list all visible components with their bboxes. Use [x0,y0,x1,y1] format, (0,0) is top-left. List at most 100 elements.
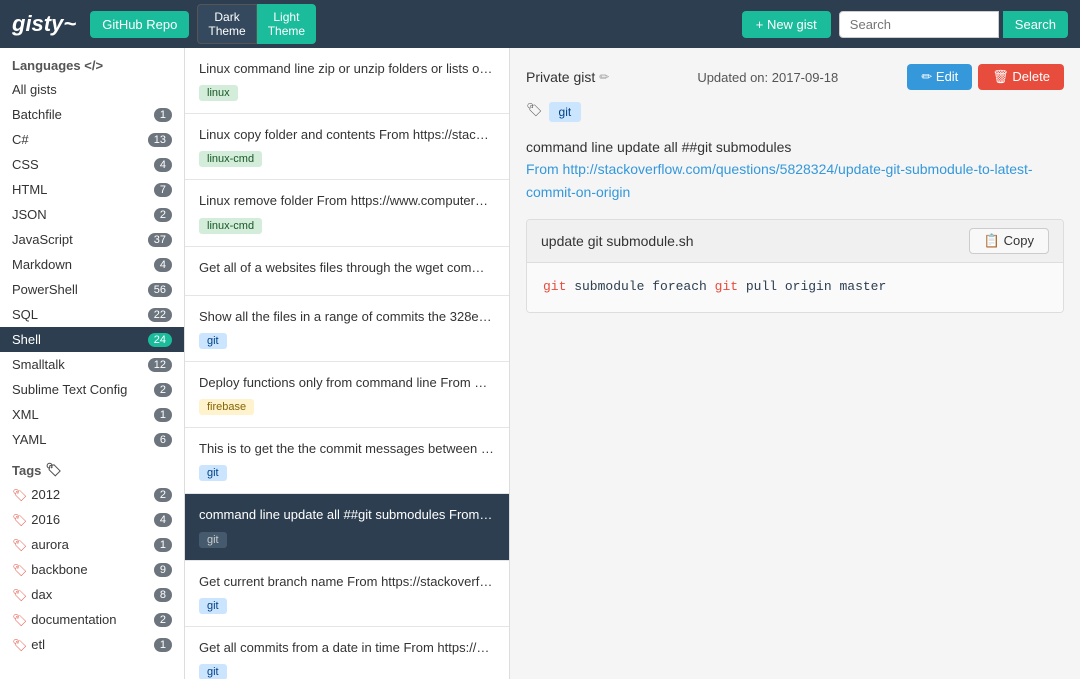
copy-button[interactable]: 📋 Copy [969,228,1049,254]
tag-bullet-icon: 🏷 [12,588,27,602]
sidebar-item-label: CSS [12,157,39,172]
sidebar-item-sublime-text-config[interactable]: Sublime Text Config 2 [0,377,184,402]
gist-tag: git [199,598,227,614]
sidebar: Languages </> All gists Batchfile 1 C# 1… [0,48,185,679]
sidebar-item-label: Smalltalk [12,357,65,372]
theme-toggle-group: DarkTheme LightTheme [197,4,316,44]
description-line1: command line update all ##git submodules [526,136,1064,158]
tag-item-2016[interactable]: 🏷 2016 4 [0,507,184,532]
search-input[interactable] [839,11,999,38]
code-block: update git submodule.sh 📋 Copy git submo… [526,219,1064,313]
tag-item-etl[interactable]: 🏷 etl 1 [0,632,184,657]
sidebar-badge: 4 [154,158,172,172]
tag-item-documentation[interactable]: 🏷 documentation 2 [0,607,184,632]
sidebar-item-powershell[interactable]: PowerShell 56 [0,277,184,302]
tag-badge: 4 [154,513,172,527]
logo: gisty~ [12,11,76,37]
github-repo-button[interactable]: GitHub Repo [90,11,189,38]
gist-tag: git [199,333,227,349]
tag-bullet-icon: 🏷 [12,513,27,527]
sidebar-item-csharp[interactable]: C# 13 [0,127,184,152]
sidebar-badge: 24 [148,333,172,347]
gist-tag: linux [199,85,238,101]
sidebar-item-shell[interactable]: Shell 24 [0,327,184,352]
sidebar-badge: 6 [154,433,172,447]
tag-bullet-icon: 🏷 [12,488,27,502]
sidebar-item-label: All gists [12,82,57,97]
code-text-pull: pull origin master [738,279,886,294]
gist-title: Linux remove folder From https://www.com… [199,192,494,210]
sidebar-item-markdown[interactable]: Markdown 4 [0,252,184,277]
search-button[interactable]: Search [1003,11,1068,38]
gist-tag: firebase [199,399,254,415]
sidebar-badge: 7 [154,183,172,197]
code-block-header: update git submodule.sh 📋 Copy [527,220,1063,263]
sidebar-item-sql[interactable]: SQL 22 [0,302,184,327]
gist-tag: git [199,465,227,481]
list-item[interactable]: command line update all ##git submodules… [185,494,509,560]
tag-item-backbone[interactable]: 🏷 backbone 9 [0,557,184,582]
sidebar-item-json[interactable]: JSON 2 [0,202,184,227]
gist-tag: git [199,664,227,679]
tag-label-text: documentation [31,612,116,627]
description-line2: From http://stackoverflow.com/questions/… [526,158,1064,203]
edit-button[interactable]: ✏ Edit [907,64,972,90]
tag-icon-label: 🏷 [526,102,543,122]
description-link[interactable]: From http://stackoverflow.com/questions/… [526,161,1033,199]
code-content: git submodule foreach git pull origin ma… [527,263,1063,312]
detail-header: Private gist ✏ Updated on: 2017-09-18 ✏ … [526,64,1064,90]
gist-tag: git [199,532,227,548]
tag-item-aurora[interactable]: 🏷 aurora 1 [0,532,184,557]
gist-title: Get all commits from a date in time From… [199,639,494,657]
main-layout: Languages </> All gists Batchfile 1 C# 1… [0,48,1080,679]
list-item[interactable]: Get all of a websites files through the … [185,247,509,296]
list-item[interactable]: Linux copy folder and contents From http… [185,114,509,180]
detail-description: command line update all ##git submodules… [526,136,1064,203]
detail-tag-git[interactable]: git [549,102,582,122]
tag-label-text: 2012 [31,487,60,502]
sidebar-badge: 2 [154,208,172,222]
detail-actions: ✏ Edit 🗑 Delete [907,64,1064,90]
tags-label: Tags [12,463,41,478]
sidebar-item-batchfile[interactable]: Batchfile 1 [0,102,184,127]
tags-title: Tags 🏷 [0,452,184,482]
sidebar-badge: 37 [148,233,172,247]
tag-item-dax[interactable]: 🏷 dax 8 [0,582,184,607]
list-item[interactable]: Deploy functions only from command line … [185,362,509,428]
code-text-submodule: submodule foreach [566,279,714,294]
sidebar-item-html[interactable]: HTML 7 [0,177,184,202]
sidebar-badge: 1 [154,108,172,122]
detail-tags: 🏷 git [526,102,1064,122]
gist-title: Show all the files in a range of commits… [199,308,494,326]
list-item[interactable]: Get current branch name From https://sta… [185,561,509,627]
sidebar-item-yaml[interactable]: YAML 6 [0,427,184,452]
delete-button[interactable]: 🗑 Delete [978,64,1064,90]
sidebar-item-all-gists[interactable]: All gists [0,77,184,102]
list-item[interactable]: Get all commits from a date in time From… [185,627,509,679]
sidebar-item-xml[interactable]: XML 1 [0,402,184,427]
sidebar-item-javascript[interactable]: JavaScript 37 [0,227,184,252]
sidebar-item-label: JSON [12,207,47,222]
sidebar-item-label: YAML [12,432,46,447]
edit-small-icon: ✏ [599,70,609,84]
tag-badge: 8 [154,588,172,602]
sidebar-item-label: PowerShell [12,282,78,297]
gist-title: command line update all ##git submodules… [199,506,494,524]
sidebar-item-label: Sublime Text Config [12,382,127,397]
gist-list-panel: Linux command line zip or unzip folders … [185,48,510,679]
sidebar-item-smalltalk[interactable]: Smalltalk 12 [0,352,184,377]
light-theme-button[interactable]: LightTheme [257,4,316,44]
list-item[interactable]: Linux command line zip or unzip folders … [185,48,509,114]
gist-title: Linux command line zip or unzip folders … [199,60,494,78]
gist-tag: linux-cmd [199,151,262,167]
sidebar-item-css[interactable]: CSS 4 [0,152,184,177]
sidebar-item-label: Shell [12,332,41,347]
list-item[interactable]: Linux remove folder From https://www.com… [185,180,509,246]
tag-item-2012[interactable]: 🏷 2012 2 [0,482,184,507]
list-item[interactable]: Show all the files in a range of commits… [185,296,509,362]
tag-badge: 1 [154,538,172,552]
dark-theme-button[interactable]: DarkTheme [197,4,256,44]
sidebar-item-label: Batchfile [12,107,62,122]
new-gist-button[interactable]: + New gist [742,11,831,38]
list-item[interactable]: This is to get the the commit messages b… [185,428,509,494]
